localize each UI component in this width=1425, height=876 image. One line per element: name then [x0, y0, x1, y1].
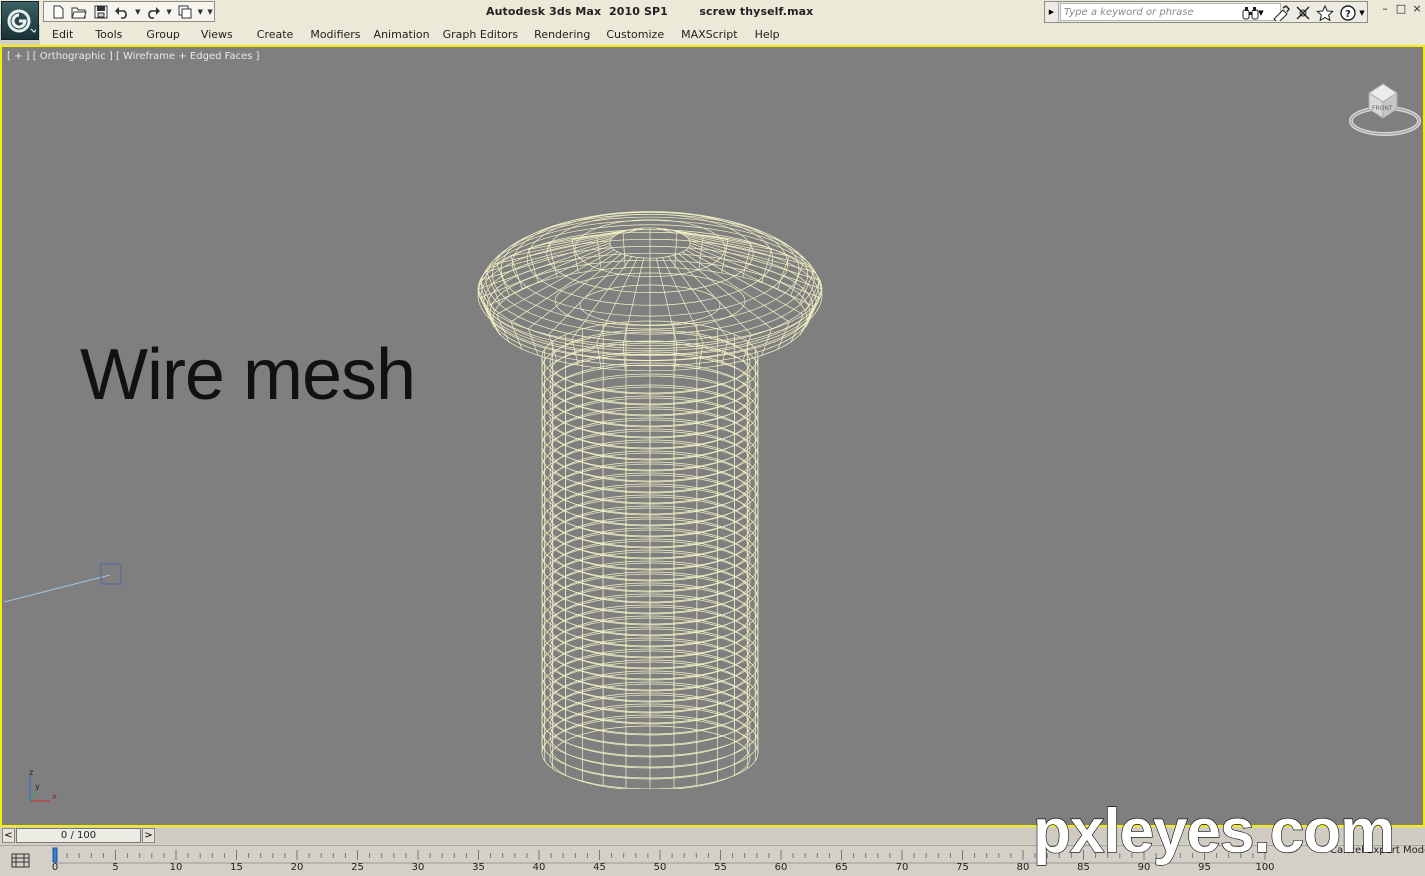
- menu-modifiers[interactable]: Modifiers: [301, 25, 369, 45]
- ruler-tick-label: 5: [112, 862, 118, 873]
- head-side-edge: [622, 233, 626, 268]
- orthographic-viewport[interactable]: [ + ] [ Orthographic ] [ Wireframe + Edg…: [0, 45, 1425, 827]
- ruler-tick-label: 45: [593, 862, 606, 873]
- undo-icon[interactable]: [112, 3, 131, 21]
- menu-tools[interactable]: Tools: [86, 25, 131, 45]
- ruler-tick-label: 35: [472, 862, 485, 873]
- axis-tripod: z y x: [29, 768, 57, 802]
- window-controls: – □ ×: [1379, 2, 1423, 16]
- menu-help[interactable]: Help: [746, 25, 789, 45]
- infocenter-search: ▶ ▼ ? ▼: [1044, 1, 1368, 23]
- head-edge: [673, 230, 752, 245]
- head-side-edge: [799, 306, 814, 336]
- head-edge: [662, 257, 704, 343]
- axis-x-label: x: [52, 792, 57, 801]
- ruler-tick-label: 40: [533, 862, 546, 873]
- viewport-label[interactable]: [ + ] [ Orthographic ] [ Wireframe + Edg…: [7, 51, 260, 62]
- menu-views[interactable]: Views: [192, 25, 242, 45]
- title-bar: ▼ ▼ ▼ ▼ Autodesk 3ds Max 2010 SP1 screw …: [0, 0, 1425, 40]
- screw-wireframe-mesh[interactable]: [472, 139, 832, 789]
- time-slider-next-button[interactable]: >: [142, 828, 155, 843]
- mini-curve-editor-icon[interactable]: [10, 851, 32, 871]
- ruler-tick-label: 80: [1017, 862, 1030, 873]
- ruler-tick-label: 15: [230, 862, 243, 873]
- head-edge: [622, 257, 645, 345]
- window-title: Autodesk 3ds Max 2010 SP1 screw thyself.…: [486, 5, 813, 18]
- ruler-tick-label: 20: [291, 862, 304, 873]
- ruler-tick-label: 50: [654, 862, 667, 873]
- help-icon[interactable]: ?: [1339, 4, 1359, 22]
- ruler-tick-label: 0: [52, 862, 58, 873]
- viewcube[interactable]: FRONT: [1347, 79, 1425, 141]
- ruler-tick-label: 10: [170, 862, 183, 873]
- menu-group[interactable]: Group: [137, 25, 189, 45]
- wireframe-edges: [477, 211, 823, 789]
- subscription-center-icon[interactable]: [1293, 4, 1313, 22]
- axis-z-label: z: [29, 768, 33, 777]
- head-side-edge: [479, 297, 495, 328]
- minimize-button[interactable]: –: [1379, 2, 1391, 16]
- open-folder-icon[interactable]: [69, 3, 88, 21]
- time-slider-thumb[interactable]: 0 / 100: [16, 828, 141, 843]
- redo-dropdown-icon[interactable]: ▼: [165, 3, 173, 21]
- menu-graph-editors[interactable]: Graph Editors: [434, 25, 528, 45]
- quick-access-toolbar: ▼ ▼ ▼ ▼: [43, 1, 215, 22]
- search-expand-icon[interactable]: ▶: [1045, 2, 1059, 22]
- viewcube-face-label: FRONT: [1372, 105, 1393, 112]
- new-file-icon[interactable]: [48, 3, 67, 21]
- maximize-button[interactable]: □: [1395, 2, 1407, 16]
- undo-dropdown-icon[interactable]: ▼: [134, 3, 142, 21]
- communication-center-icon[interactable]: [1271, 4, 1291, 22]
- menu-bar: Edit Tools Group Views Create Modifiers …: [40, 25, 1425, 45]
- ruler-tick-label: 30: [412, 862, 425, 873]
- ruler-tick-label: 65: [835, 862, 848, 873]
- head-edge: [655, 257, 678, 345]
- ruler-tick-label: 25: [351, 862, 364, 873]
- favorites-star-icon[interactable]: [1315, 4, 1335, 22]
- menu-maxscript[interactable]: MAXScript: [672, 25, 746, 45]
- svg-text:?: ?: [1345, 9, 1351, 20]
- project-dropdown-icon[interactable]: ▼: [196, 3, 204, 21]
- head-side-edge: [761, 328, 772, 356]
- menu-customize[interactable]: Customize: [597, 25, 673, 45]
- file-name: screw thyself.max: [699, 5, 814, 18]
- ruler-tick-label: 70: [896, 862, 909, 873]
- project-folder-icon[interactable]: [175, 3, 194, 21]
- ruler-tick-label: 55: [714, 862, 727, 873]
- close-button[interactable]: ×: [1411, 2, 1423, 16]
- search-dropdown-icon[interactable]: ▼: [1257, 4, 1265, 22]
- head-edge: [596, 257, 638, 343]
- wire-mesh-annotation: Wire mesh: [80, 335, 416, 415]
- axis-y-label: y: [35, 782, 40, 791]
- help-dropdown-icon[interactable]: ▼: [1358, 4, 1366, 22]
- watermark-text: pxleyes.com: [1033, 797, 1394, 866]
- pxleyes-watermark: pxleyes.com: [1032, 796, 1395, 866]
- 3ds-max-logo-icon: [7, 9, 36, 33]
- application-button[interactable]: [1, 1, 39, 40]
- customize-toolbar-icon[interactable]: ▼: [206, 3, 214, 21]
- ruler-tick-label: 60: [775, 862, 788, 873]
- head-side-edge: [805, 297, 821, 328]
- app-name: Autodesk 3ds Max 2010 SP1: [486, 5, 668, 18]
- head-side-edge: [528, 328, 539, 356]
- camera-object[interactable]: [2, 559, 132, 609]
- time-slider-prev-button[interactable]: <: [2, 828, 15, 843]
- ruler-tick-label: 75: [956, 862, 969, 873]
- head-side-edge: [674, 233, 678, 268]
- menu-create[interactable]: Create: [248, 25, 303, 45]
- menu-edit[interactable]: Edit: [43, 25, 82, 45]
- current-frame-marker: [52, 847, 58, 863]
- redo-icon[interactable]: [144, 3, 163, 21]
- menu-rendering[interactable]: Rendering: [525, 25, 599, 45]
- save-icon[interactable]: [91, 3, 110, 21]
- menu-animation[interactable]: Animation: [365, 25, 439, 45]
